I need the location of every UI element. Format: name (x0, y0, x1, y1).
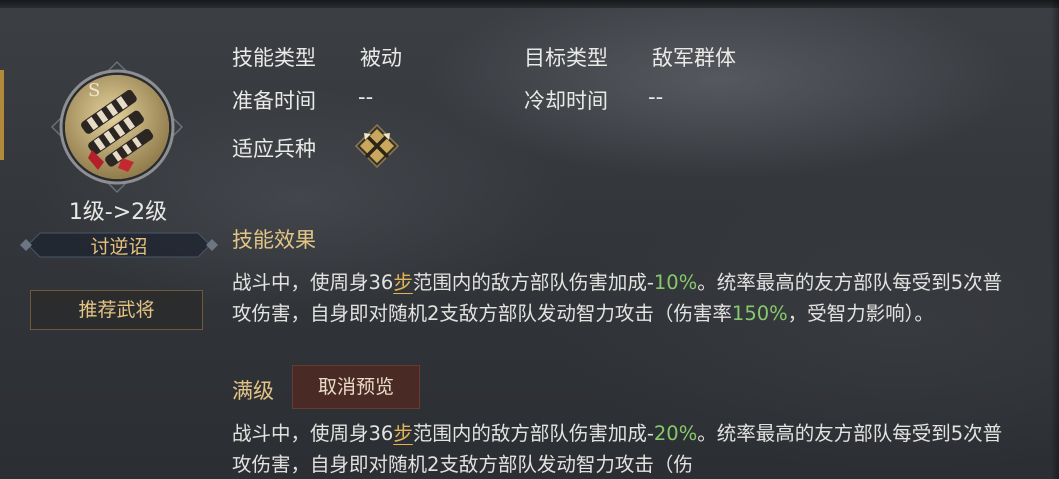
max-text-part: 战斗中，使周身36 (232, 422, 394, 445)
effect-description: 战斗中，使周身36步范围内的敌方部队伤害加成-10%。统率最高的友方部队每受到5… (232, 267, 1012, 329)
max-text-part: 范围内的敌方部队伤害加成- (412, 422, 654, 445)
crossed-weapons-icon (354, 123, 400, 169)
effect-section-title: 技能效果 (232, 228, 316, 252)
cancel-preview-button[interactable]: 取消预览 (292, 365, 420, 409)
cooldown-value: -- (648, 85, 664, 109)
damage-rate-value: 150% (731, 302, 788, 325)
troop-type-label: 适应兵种 (232, 137, 316, 161)
prep-time-value: -- (358, 85, 374, 109)
step-unit-link[interactable]: 步 (393, 422, 413, 445)
effect-text-part: 战斗中，使周身36 (232, 271, 394, 294)
target-type-label: 目标类型 (524, 46, 608, 70)
max-level-description: 战斗中，使周身36步范围内的敌方部队伤害加成-20%。统率最高的友方部队每受到5… (232, 418, 1012, 479)
target-type-value: 敌军群体 (652, 46, 736, 70)
skill-type-value: 被动 (360, 46, 402, 70)
cooldown-label: 冷却时间 (524, 89, 608, 113)
effect-text-part: 范围内的敌方部队伤害加成- (412, 271, 654, 294)
right-shadow (1051, 0, 1059, 479)
skill-level-upgrade: 1级->2级 (68, 200, 168, 225)
max-level-label: 满级 (232, 379, 274, 403)
skill-name-banner: 讨逆诏 (14, 230, 224, 260)
damage-reduction-value: 10% (653, 271, 698, 294)
max-damage-reduction-value: 20% (653, 422, 698, 445)
top-border (0, 0, 1059, 8)
step-unit-link[interactable]: 步 (393, 271, 413, 294)
recommend-generals-button[interactable]: 推荐武将 (30, 290, 203, 330)
effect-text-part: ，受智力影响）。 (787, 302, 934, 325)
skill-detail-panel: S 1级->2级 讨逆诏 推荐武将 技能类型 被动 目标类型 敌军群体 准备时间… (0, 0, 1059, 479)
left-accent-bar (0, 70, 4, 160)
prep-time-label: 准备时间 (232, 89, 316, 113)
skill-name: 讨逆诏 (90, 236, 148, 258)
skill-icon: S (48, 58, 186, 196)
svg-text:S: S (88, 80, 100, 101)
skill-type-label: 技能类型 (232, 46, 316, 70)
